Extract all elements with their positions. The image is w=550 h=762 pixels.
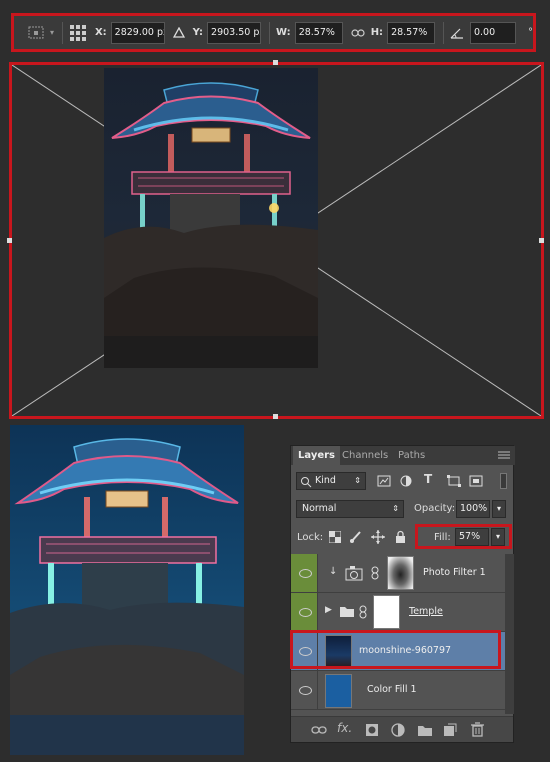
canvas-temple-image xyxy=(104,68,318,368)
h-label: H: xyxy=(370,27,384,38)
lock-image-pixels-icon[interactable] xyxy=(349,530,363,544)
tab-paths[interactable]: Paths xyxy=(393,446,430,465)
reference-point-icon[interactable]: ▾ xyxy=(28,25,54,41)
degree-symbol: ° xyxy=(527,27,533,38)
fill-field[interactable]: 57% xyxy=(455,528,489,546)
transform-handle-right[interactable] xyxy=(539,238,544,243)
transform-handle-bottom[interactable] xyxy=(273,414,278,419)
reference-grid-icon[interactable] xyxy=(69,24,87,42)
link-icon[interactable] xyxy=(371,566,379,580)
layers-panel: Layers Channels Paths Kind ⇕ T Normal ⇕ … xyxy=(290,445,515,743)
panel-tabs: Layers Channels Paths xyxy=(291,446,515,465)
preview-temple-image xyxy=(10,425,244,755)
rotate-angle-icon xyxy=(450,27,464,39)
clipping-arrow-icon: ↓ xyxy=(329,566,338,577)
filter-toggle[interactable] xyxy=(500,473,507,489)
divider xyxy=(443,21,444,44)
layer-name[interactable]: Photo Filter 1 xyxy=(423,567,486,578)
blend-mode-value: Normal xyxy=(302,503,337,514)
dropdown-arrow-icon: ⇕ xyxy=(392,504,399,513)
filter-kind-select[interactable]: Kind ⇕ xyxy=(296,472,366,490)
eye-icon xyxy=(299,608,312,617)
w-label: W: xyxy=(275,27,291,38)
layer-name[interactable]: Temple xyxy=(409,606,443,617)
lock-transparent-pixels-icon[interactable] xyxy=(329,531,341,543)
layer-row-temple[interactable]: ▶ Temple xyxy=(291,593,505,632)
expand-arrow-icon[interactable]: ▶ xyxy=(325,605,332,615)
transform-handle-left[interactable] xyxy=(7,238,12,243)
eye-icon xyxy=(299,569,312,578)
smart-object-filter-icon[interactable] xyxy=(469,475,483,487)
layers-scrollbar[interactable] xyxy=(505,554,514,714)
layers-bottom-toolbar: fx. xyxy=(291,716,513,742)
tab-layers[interactable]: Layers xyxy=(293,446,340,465)
fill-dropdown-icon[interactable]: ▾ xyxy=(491,528,505,546)
blend-mode-select[interactable]: Normal ⇕ xyxy=(296,500,404,518)
visibility-toggle[interactable] xyxy=(291,554,318,592)
opacity-dropdown-icon[interactable]: ▾ xyxy=(492,500,506,518)
search-icon xyxy=(301,477,312,488)
folder-icon xyxy=(340,607,354,617)
type-layer-filter-icon[interactable]: T xyxy=(424,472,432,486)
photo-filter-icon xyxy=(345,566,363,581)
y-label: Y: xyxy=(192,27,204,38)
shape-layer-filter-icon[interactable] xyxy=(447,475,461,487)
panel-menu-icon[interactable] xyxy=(497,449,511,461)
link-icon[interactable] xyxy=(359,605,367,619)
add-mask-icon[interactable] xyxy=(365,723,379,737)
delete-layer-icon[interactable] xyxy=(471,722,484,737)
rotation-field[interactable]: 0.00 xyxy=(469,21,516,44)
tab-channels[interactable]: Channels xyxy=(337,446,393,465)
layer-row-color-fill[interactable]: Color Fill 1 xyxy=(291,671,505,710)
new-layer-icon[interactable] xyxy=(443,723,457,737)
transform-handle-top[interactable] xyxy=(273,60,278,65)
x-position-field[interactable]: 2829.00 px xyxy=(110,21,165,44)
fill-label: Fill: xyxy=(434,532,451,543)
layer-name[interactable]: Color Fill 1 xyxy=(367,684,417,695)
pixel-layer-filter-icon[interactable] xyxy=(377,475,391,487)
opacity-label: Opacity: xyxy=(414,503,456,514)
lock-all-icon[interactable] xyxy=(395,530,406,544)
visibility-toggle[interactable] xyxy=(291,593,318,631)
transform-options-bar: ▾ X: 2829.00 px Y: 2903.50 px W: 28.57% … xyxy=(11,13,536,52)
y-position-field[interactable]: 2903.50 px xyxy=(207,21,262,44)
color-fill-thumbnail xyxy=(325,674,352,708)
width-field[interactable]: 28.57% xyxy=(294,21,343,44)
link-layers-icon[interactable] xyxy=(311,724,327,736)
opacity-field[interactable]: 100% xyxy=(456,500,490,518)
divider xyxy=(269,21,270,44)
filter-kind-label: Kind xyxy=(315,475,336,486)
layer-style-fx-icon[interactable]: fx. xyxy=(337,721,352,735)
new-adjustment-layer-icon[interactable] xyxy=(391,723,405,737)
layer-row-photo-filter[interactable]: ↓ Photo Filter 1 xyxy=(291,554,505,593)
dropdown-arrow-icon: ⇕ xyxy=(354,476,361,485)
link-icon[interactable] xyxy=(351,28,365,38)
adjustment-layer-filter-icon[interactable] xyxy=(399,475,413,487)
new-group-icon[interactable] xyxy=(417,724,433,737)
x-label: X: xyxy=(94,27,107,38)
group-mask-thumbnail xyxy=(373,595,400,629)
visibility-toggle[interactable] xyxy=(291,671,318,709)
height-field[interactable]: 28.57% xyxy=(387,21,436,44)
selected-layer-highlight-box xyxy=(290,630,501,669)
divider xyxy=(62,21,63,44)
photo-filter-mask-thumbnail xyxy=(387,556,414,590)
relative-position-icon[interactable] xyxy=(172,27,185,38)
lock-label: Lock: xyxy=(297,532,324,543)
lock-position-icon[interactable] xyxy=(371,530,385,544)
eye-icon xyxy=(299,686,312,695)
